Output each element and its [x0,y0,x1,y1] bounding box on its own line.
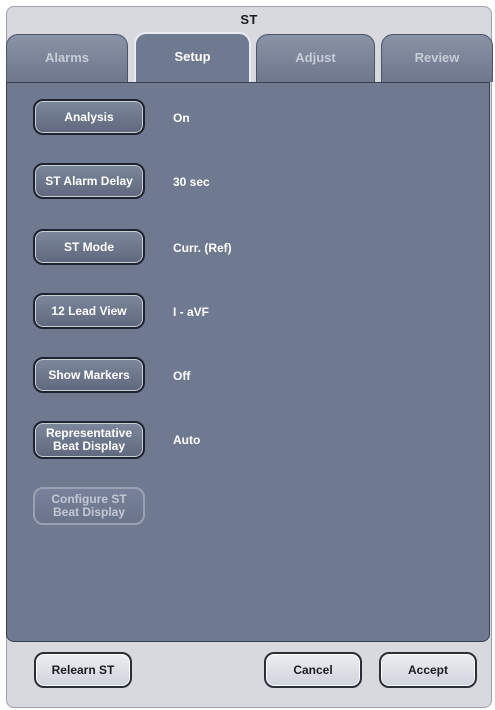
tab-setup[interactable]: Setup [134,32,251,82]
accept-button[interactable]: Accept [379,652,477,688]
12-lead-view-value: I - aVF [173,305,210,319]
representative-beat-display-button[interactable]: Representative Beat Display [33,421,145,459]
st-alarm-delay-button[interactable]: ST Alarm Delay [33,163,145,199]
representative-beat-display-value: Auto [173,433,201,447]
tab-adjust[interactable]: Adjust [256,34,375,82]
dialog-title: ST [240,12,258,27]
12-lead-view-button[interactable]: 12 Lead View [33,293,145,329]
setup-panel: Analysis On ST Alarm Delay 30 sec ST Mod… [6,82,490,642]
relearn-st-button[interactable]: Relearn ST [34,652,132,688]
configure-st-beat-display-button: Configure ST Beat Display [33,487,145,525]
representative-beat-display-label-line2: Beat Display [52,439,126,453]
show-markers-value: Off [173,369,191,383]
tab-alarms[interactable]: Alarms [6,34,128,82]
st-mode-value: Curr. (Ref) [173,241,232,255]
tab-review[interactable]: Review [381,34,493,82]
analysis-value: On [173,111,190,125]
show-markers-button[interactable]: Show Markers [33,357,145,393]
st-mode-button[interactable]: ST Mode [33,229,145,265]
tab-bar: Alarms Setup Adjust Review [6,32,493,82]
configure-st-beat-display-label-line2: Beat Display [52,505,126,519]
cancel-button[interactable]: Cancel [264,652,362,688]
st-alarm-delay-value: 30 sec [173,175,210,189]
analysis-button[interactable]: Analysis [33,99,145,135]
